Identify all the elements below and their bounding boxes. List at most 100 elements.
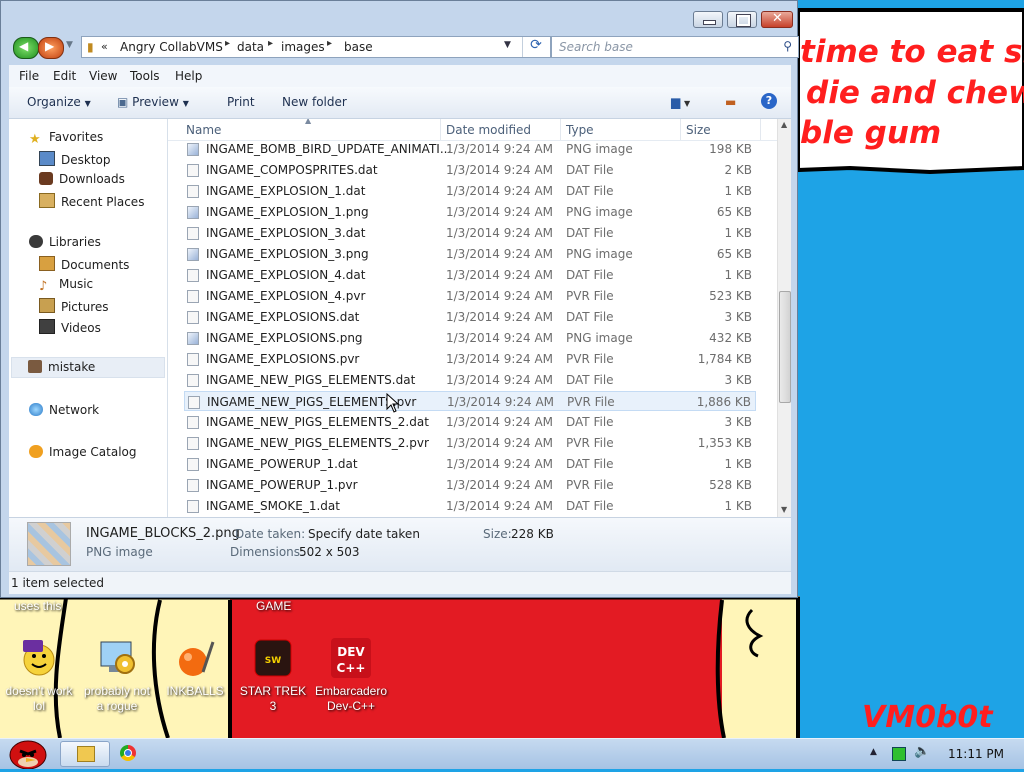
angry-bird-icon [9, 740, 47, 770]
nav-music[interactable]: ♪ Music [39, 277, 93, 295]
help-icon[interactable]: ? [761, 93, 777, 109]
title-bar[interactable]: ✕ [1, 1, 797, 33]
file-row[interactable]: INGAME_BOMB_BIRD_UPDATE_ANIMATI... 1/3/20… [184, 139, 756, 159]
desktop-icon-startrek[interactable]: SW STAR TREK 3 [238, 636, 308, 714]
desktop-icon-rogue[interactable]: probably not a rogue [82, 636, 152, 714]
preview-pane-icon[interactable]: ▬ [725, 95, 736, 109]
search-icon[interactable]: ⚲ [783, 39, 792, 53]
taskbar-chrome-button[interactable] [112, 741, 162, 767]
recent-pages-chevron-icon[interactable]: ▼ [66, 40, 73, 50]
nav-videos[interactable]: Videos [39, 319, 101, 337]
new-folder-button[interactable]: New folder [282, 95, 347, 109]
taskbar-explorer-button[interactable] [60, 741, 110, 767]
nav-recent-places[interactable]: Recent Places [39, 193, 144, 211]
file-row[interactable]: INGAME_NEW_PIGS_ELEMENTS.pvr 1/3/2014 9:2… [184, 391, 756, 411]
desktop-icon-label: INKBALLS [166, 684, 224, 698]
column-divider[interactable] [760, 119, 761, 140]
file-row[interactable]: INGAME_EXPLOSIONS.png 1/3/2014 9:24 AM PNG… [184, 328, 756, 348]
maximize-button[interactable] [727, 11, 757, 28]
nav-mistake[interactable]: mistake [11, 357, 165, 378]
file-row[interactable]: INGAME_EXPLOSION_4.pvr 1/3/2014 9:24 AM PV… [184, 286, 756, 306]
file-row[interactable]: INGAME_POWERUP_1.dat 1/3/2014 9:24 AM DAT … [184, 454, 756, 474]
file-row[interactable]: INGAME_EXPLOSION_3.png 1/3/2014 9:24 AM PN… [184, 244, 756, 264]
details-date-taken-value[interactable]: Specify date taken [308, 527, 420, 541]
start-button[interactable] [2, 733, 52, 770]
breadcrumb-overflow-icon[interactable]: « [101, 40, 108, 53]
scroll-up-icon[interactable]: ▲ [781, 120, 787, 129]
preview-button[interactable]: ▣ Preview ▼ [117, 95, 189, 109]
forward-button[interactable]: ▶ [38, 37, 64, 59]
menu-help[interactable]: Help [175, 69, 202, 83]
organize-button[interactable]: Organize ▼ [27, 95, 91, 109]
nav-downloads[interactable]: Downloads [39, 172, 125, 190]
file-row[interactable]: INGAME_EXPLOSIONS.pvr 1/3/2014 9:24 AM PVR… [184, 349, 756, 369]
column-date-modified[interactable]: Date modified [446, 123, 531, 137]
vertical-scrollbar[interactable]: ▲ ▼ [777, 119, 791, 517]
show-hidden-icons-icon[interactable]: ▲ [870, 747, 877, 757]
nav-pictures[interactable]: Pictures [39, 298, 109, 316]
menu-edit[interactable]: Edit [53, 69, 76, 83]
refresh-icon[interactable]: ⟳ [522, 37, 549, 57]
breadcrumb-item[interactable]: data [237, 40, 264, 54]
minimize-button[interactable] [693, 11, 723, 28]
nav-label: mistake [48, 360, 96, 374]
file-row[interactable]: INGAME_SMOKE_1.dat 1/3/2014 9:24 AM DAT Fi… [184, 496, 756, 516]
breadcrumb-separator-icon[interactable]: ▸ [268, 38, 273, 49]
breadcrumb-item[interactable]: images [281, 40, 325, 54]
file-row[interactable]: INGAME_EXPLOSION_4.dat 1/3/2014 9:24 AM DA… [184, 265, 756, 285]
menu-tools[interactable]: Tools [130, 69, 160, 83]
search-input[interactable]: Search base [559, 40, 633, 54]
search-box[interactable]: Search base ⚲ [551, 36, 799, 58]
column-size[interactable]: Size [686, 123, 711, 137]
print-button[interactable]: Print [227, 95, 255, 109]
desktop-icon-inkballs[interactable]: INKBALLS [160, 636, 230, 699]
nav-image-catalog[interactable]: Image Catalog [29, 445, 136, 463]
file-date: 1/3/2014 9:24 AM [446, 268, 554, 282]
breadcrumb-item[interactable]: base [344, 40, 373, 54]
file-row[interactable]: INGAME_EXPLOSION_1.png 1/3/2014 9:24 AM PN… [184, 202, 756, 222]
network-tray-icon[interactable] [892, 747, 906, 761]
nav-favorites[interactable]: ★ Favorites [29, 130, 103, 148]
file-icon [187, 290, 199, 303]
scroll-down-icon[interactable]: ▼ [781, 505, 787, 514]
change-view-icon[interactable]: ▆ ▼ [671, 95, 690, 109]
address-row: ◀ ▶ ▼ ▮ « Angry CollabVMS ▸ data ▸ image… [9, 34, 799, 60]
address-dropdown-icon[interactable]: ▼ [504, 40, 511, 50]
file-row[interactable]: INGAME_POWERUP_1.pvr 1/3/2014 9:24 AM PVR … [184, 475, 756, 495]
breadcrumb-separator-icon[interactable]: ▸ [225, 38, 230, 49]
file-name: INGAME_EXPLOSION_1.dat [206, 184, 366, 198]
desktop-icon-devcpp[interactable]: DEV C++ Embarcadero Dev-C++ [315, 636, 387, 714]
back-arrow-icon: ◀ [19, 39, 29, 53]
file-row[interactable]: INGAME_EXPLOSION_3.dat 1/3/2014 9:24 AM DA… [184, 223, 756, 243]
desktop-icon-yahoo[interactable]: doesn't work lol [4, 636, 74, 714]
file-row[interactable]: INGAME_NEW_PIGS_ELEMENTS_2.dat 1/3/2014 9… [184, 412, 756, 432]
file-row[interactable]: INGAME_EXPLOSIONS.dat 1/3/2014 9:24 AM DAT… [184, 307, 756, 327]
file-row[interactable]: INGAME_EXPLOSION_1.dat 1/3/2014 9:24 AM DA… [184, 181, 756, 201]
nav-label: Videos [61, 321, 101, 335]
breadcrumb-separator-icon[interactable]: ▸ [327, 38, 332, 49]
nav-network[interactable]: Network [29, 403, 99, 421]
address-bar[interactable]: ▮ « Angry CollabVMS ▸ data ▸ images ▸ ba… [81, 36, 551, 58]
nav-documents[interactable]: Documents [39, 256, 129, 274]
explorer-window: ✕ ◀ ▶ ▼ ▮ « Angry CollabVMS ▸ data ▸ ima… [0, 0, 799, 598]
volume-icon[interactable]: 🔈 [914, 744, 930, 759]
nav-libraries[interactable]: Libraries [29, 235, 101, 253]
column-type[interactable]: Type [566, 123, 594, 137]
close-button[interactable]: ✕ [761, 11, 793, 28]
image-file-icon [187, 143, 199, 156]
back-button[interactable]: ◀ [13, 37, 39, 59]
column-name[interactable]: Name [186, 123, 221, 137]
file-row[interactable]: INGAME_NEW_PIGS_ELEMENTS.dat 1/3/2014 9:2… [184, 370, 756, 390]
column-divider[interactable] [560, 119, 561, 140]
menu-file[interactable]: File [19, 69, 39, 83]
file-name: INGAME_BOMB_BIRD_UPDATE_ANIMATI... [206, 142, 452, 156]
clock[interactable]: 11:11 PM [948, 747, 1004, 761]
file-row[interactable]: INGAME_COMPOSPRITES.dat 1/3/2014 9:24 AM D… [184, 160, 756, 180]
column-divider[interactable] [680, 119, 681, 140]
breadcrumb-item[interactable]: Angry CollabVMS [120, 40, 223, 54]
menu-view[interactable]: View [89, 69, 117, 83]
file-row[interactable]: INGAME_NEW_PIGS_ELEMENTS_2.pvr 1/3/2014 9… [184, 433, 756, 453]
nav-desktop[interactable]: Desktop [39, 151, 111, 169]
scrollbar-thumb[interactable] [779, 291, 791, 403]
column-divider[interactable] [440, 119, 441, 140]
